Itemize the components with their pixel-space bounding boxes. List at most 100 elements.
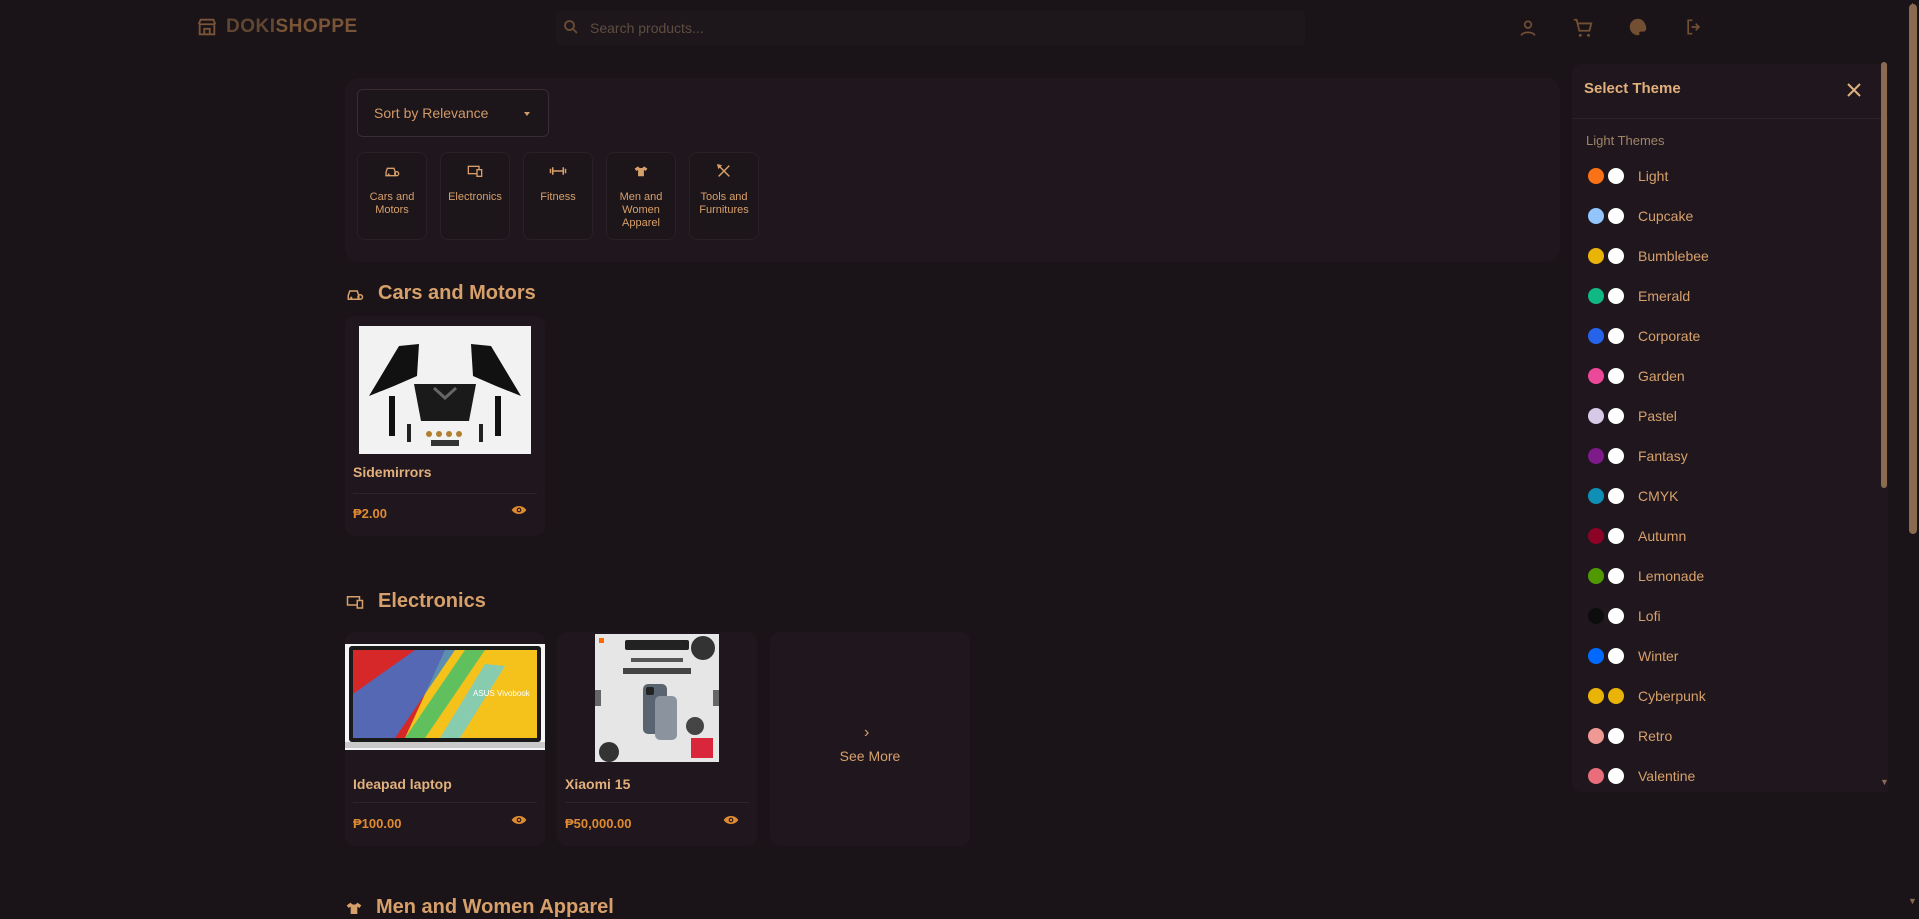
category-electronics[interactable]: Electronics (440, 152, 510, 240)
theme-option[interactable]: Winter (1572, 636, 1872, 676)
page-scroll-down-arrow[interactable]: ▼ (1908, 896, 1917, 906)
logo[interactable]: DOKISHOPPE (196, 16, 358, 38)
dumbbell-icon (549, 167, 567, 175)
color-dot (1588, 448, 1604, 464)
theme-panel-scrollbar[interactable] (1881, 62, 1887, 488)
theme-swatch (1588, 568, 1624, 584)
theme-swatch (1588, 688, 1624, 704)
color-dot (1608, 168, 1624, 184)
category-label: Tools and Furnitures (699, 191, 749, 216)
eye-icon[interactable] (511, 504, 527, 516)
category-fitness[interactable]: Fitness (523, 152, 593, 240)
category-men-and-women-apparel[interactable]: Men and Women Apparel (606, 152, 676, 240)
eye-icon[interactable] (723, 814, 739, 826)
theme-option[interactable]: Retro (1572, 716, 1872, 756)
theme-option[interactable]: Bumblebee (1572, 236, 1872, 276)
color-dot (1588, 688, 1604, 704)
sidemirrors-image (359, 326, 531, 454)
color-dot (1588, 488, 1604, 504)
theme-option[interactable]: CMYK (1572, 476, 1872, 516)
product-card[interactable]: ASUS Vivobook Ideapad laptop ₱100.00 (345, 632, 545, 846)
top-navbar: DOKISHOPPE (0, 0, 1919, 56)
category-label: Fitness (540, 191, 576, 203)
product-name[interactable]: Ideapad laptop (353, 776, 452, 792)
theme-name: Valentine (1638, 768, 1696, 784)
sort-select[interactable]: Sort by Relevance (357, 89, 549, 137)
color-dot (1608, 688, 1624, 704)
user-icon[interactable] (1514, 14, 1542, 42)
search-input[interactable] (588, 19, 1192, 37)
theme-option[interactable]: Cupcake (1572, 196, 1872, 236)
caret-down-icon (524, 112, 530, 116)
section-heading-cars: Cars and Motors (346, 282, 536, 305)
theme-swatch (1588, 208, 1624, 224)
theme-list: Light Cupcake Bumblebee Emerald Corporate Gar… (1572, 156, 1872, 792)
theme-swatch (1588, 248, 1624, 264)
color-dot (1608, 648, 1624, 664)
theme-name: Lemonade (1638, 568, 1705, 584)
scroll-down-arrow[interactable]: ▼ (1880, 777, 1889, 787)
theme-option[interactable]: Lemonade (1572, 556, 1872, 596)
theme-swatch (1588, 168, 1624, 184)
eye-icon[interactable] (511, 814, 527, 826)
theme-option[interactable]: Valentine (1572, 756, 1872, 792)
product-card[interactable]: Sidemirrors ₱2.00 (345, 316, 545, 536)
theme-option[interactable]: Emerald (1572, 276, 1872, 316)
shirt-icon (634, 166, 648, 177)
product-price: ₱50,000.00 (565, 816, 632, 831)
store-icon (197, 18, 217, 36)
see-more-card[interactable]: › See More (770, 632, 970, 846)
filter-panel: Sort by Relevance Cars and Motors Electr… (345, 78, 1560, 262)
page-scrollbar[interactable] (1909, 4, 1917, 534)
category-label: Cars and Motors (369, 191, 415, 216)
sort-label: Sort by Relevance (374, 105, 489, 121)
palette-icon[interactable] (1624, 13, 1652, 41)
theme-option[interactable]: Autumn (1572, 516, 1872, 556)
theme-option[interactable]: Corporate (1572, 316, 1872, 356)
theme-option[interactable]: Fantasy (1572, 436, 1872, 476)
color-dot (1588, 168, 1604, 184)
see-more-label: See More (839, 748, 901, 764)
product-image (359, 326, 531, 454)
theme-swatch (1588, 608, 1624, 624)
theme-option[interactable]: Garden (1572, 356, 1872, 396)
scroll-up-arrow[interactable]: ▲ (1880, 62, 1889, 72)
category-tools-and-furnitures[interactable]: Tools and Furnitures (689, 152, 759, 240)
product-name[interactable]: Xiaomi 15 (565, 776, 630, 792)
section-title: Cars and Motors (378, 282, 536, 304)
theme-name: Garden (1638, 368, 1685, 384)
car-icon (385, 167, 400, 177)
theme-swatch (1588, 488, 1624, 504)
color-dot (1608, 568, 1624, 584)
product-price: ₱2.00 (353, 506, 387, 521)
cart-icon[interactable] (1569, 14, 1597, 42)
search-icon (564, 20, 578, 34)
theme-option[interactable]: Light (1572, 156, 1872, 196)
color-dot (1588, 568, 1604, 584)
theme-swatch (1588, 648, 1624, 664)
section-heading-electronics: Electronics (346, 590, 486, 613)
card-divider (353, 493, 537, 494)
product-card[interactable]: Xiaomi 15 ₱50,000.00 (557, 632, 757, 846)
close-button[interactable] (1842, 78, 1866, 102)
product-image (595, 634, 719, 762)
category-cars-and-motors[interactable]: Cars and Motors (357, 152, 427, 240)
color-dot (1608, 288, 1624, 304)
theme-selector-panel: Select Theme Light Themes Light Cupcake Bu… (1572, 64, 1888, 792)
color-dot (1608, 368, 1624, 384)
theme-option[interactable]: Pastel (1572, 396, 1872, 436)
product-price: ₱100.00 (353, 816, 402, 831)
car-icon (347, 289, 364, 300)
color-dot (1588, 528, 1604, 544)
theme-option[interactable]: Cyberpunk (1572, 676, 1872, 716)
color-dot (1588, 248, 1604, 264)
color-dot (1608, 728, 1624, 744)
page-scroll-up-arrow[interactable]: ▲ (1908, 0, 1917, 10)
theme-name: Lofi (1638, 608, 1661, 624)
theme-option[interactable]: Lofi (1572, 596, 1872, 636)
category-list: Cars and Motors Electronics Fitness Men … (357, 152, 759, 240)
card-divider (353, 802, 537, 803)
product-name[interactable]: Sidemirrors (353, 464, 432, 480)
logout-icon[interactable] (1680, 13, 1708, 41)
theme-name: Light (1638, 168, 1669, 184)
